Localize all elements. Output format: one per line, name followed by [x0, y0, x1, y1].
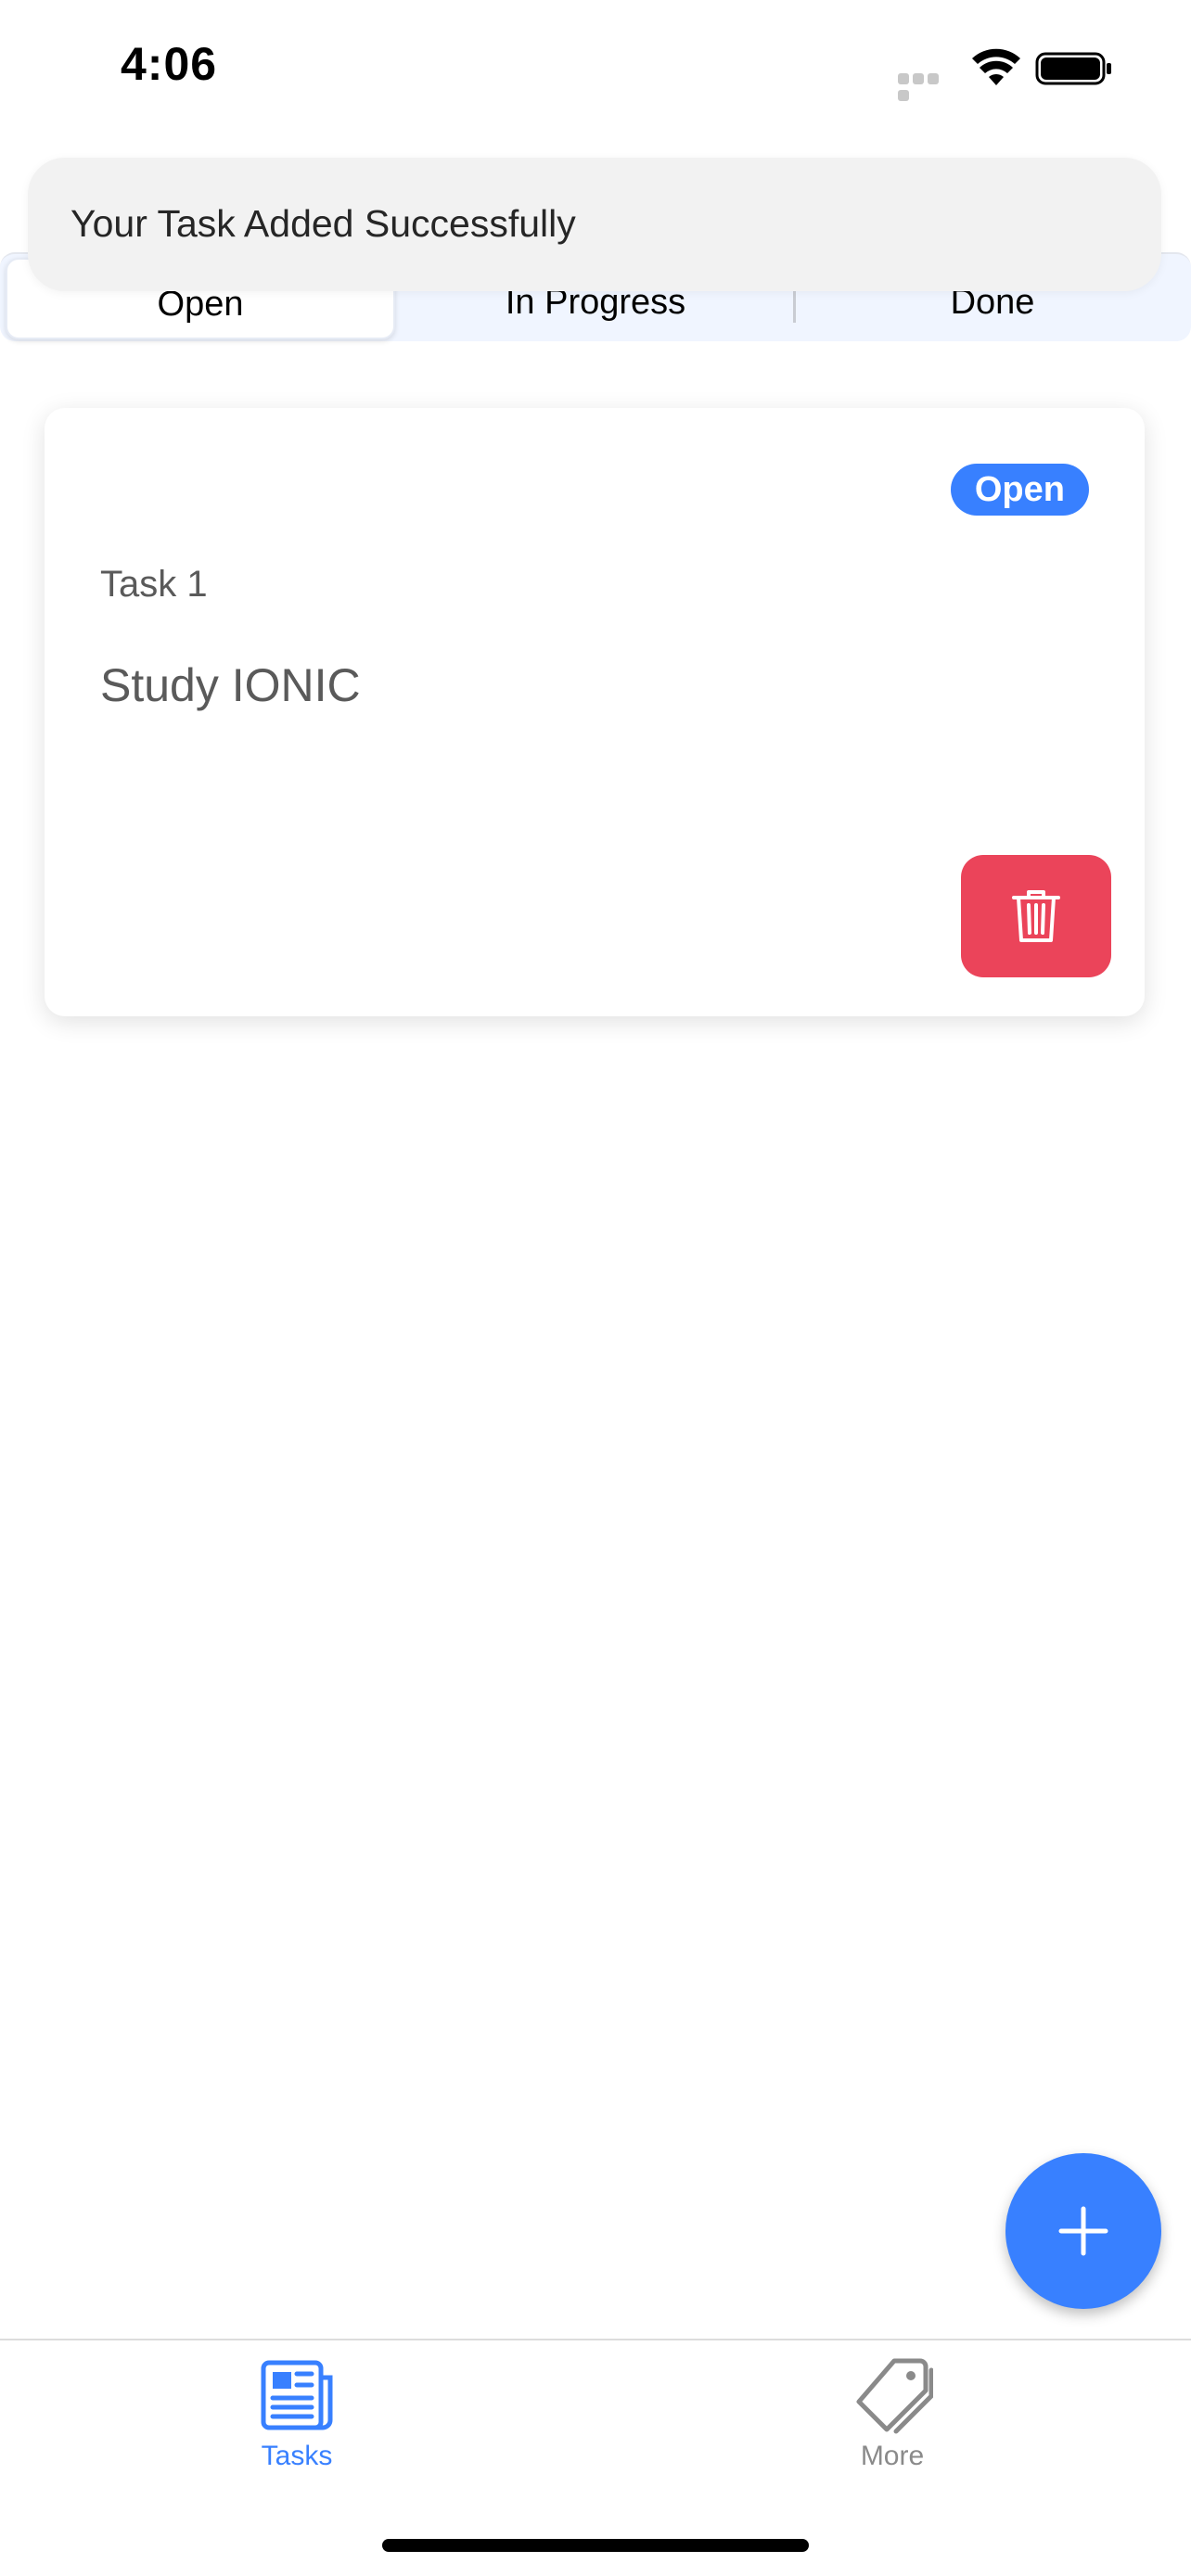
- app-screen: 4:06 Open In Progress Done Your Task Add…: [0, 0, 1191, 2576]
- task-card[interactable]: Open Task 1 Study IONIC: [45, 408, 1145, 1016]
- status-time: 4:06: [121, 38, 218, 90]
- cellular-signal-icon: [898, 72, 955, 101]
- segment-divider: [793, 289, 796, 323]
- add-icon: [1058, 2206, 1108, 2256]
- delete-button[interactable]: [961, 855, 1111, 977]
- tab-tasks[interactable]: Tasks: [204, 2353, 390, 2483]
- tab-tasks-label: Tasks: [261, 2441, 333, 2471]
- success-toast: Your Task Added Successfully: [28, 158, 1161, 291]
- add-task-button[interactable]: [1005, 2153, 1161, 2309]
- wifi-icon: [972, 48, 1020, 85]
- tab-more-label: More: [860, 2441, 925, 2471]
- toast-message: Your Task Added Successfully: [70, 202, 576, 245]
- pricetags-icon: [856, 2358, 933, 2434]
- task-subtitle: Task 1: [100, 564, 208, 605]
- newspaper-icon: [261, 2360, 333, 2430]
- status-badge: Open: [950, 464, 1089, 516]
- trash-icon: [1012, 890, 1060, 942]
- tab-more[interactable]: More: [800, 2353, 985, 2483]
- home-indicator: [382, 2539, 809, 2552]
- battery-icon: [1035, 52, 1111, 85]
- task-content: Study IONIC: [100, 659, 361, 711]
